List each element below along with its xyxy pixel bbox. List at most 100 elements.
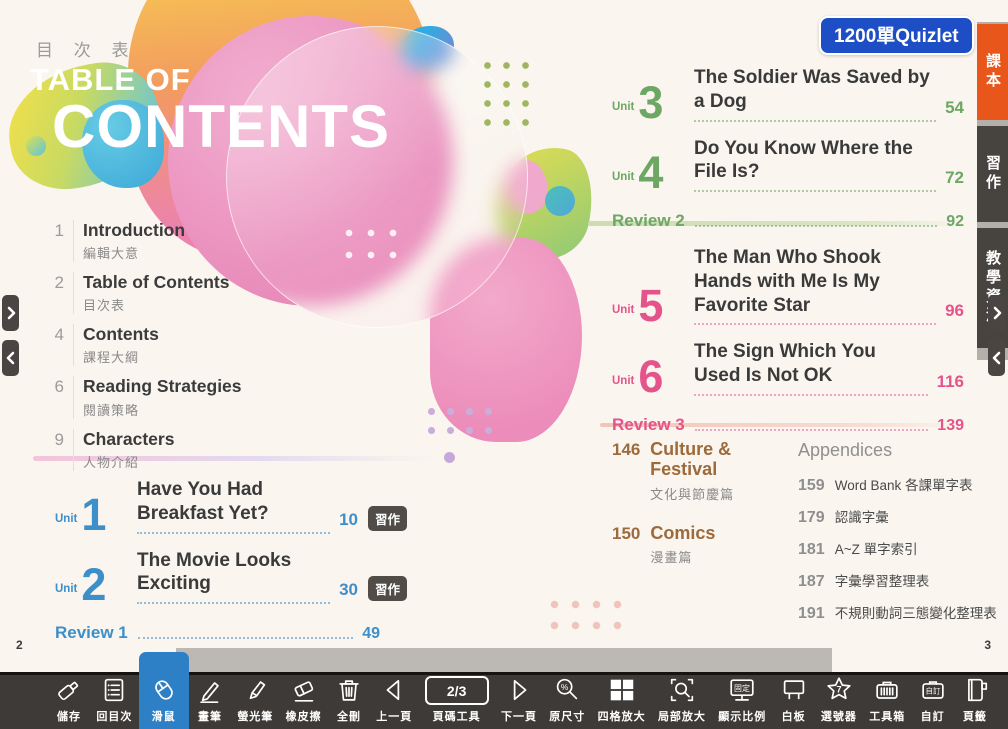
- unit-row[interactable]: Unit 1 Have You Had Breakfast Yet? 10 習作: [55, 478, 407, 534]
- decorative-blob: [430, 238, 582, 442]
- unit-page-number: 72: [945, 168, 964, 188]
- highlighter-tool-button[interactable]: 螢光筆: [231, 672, 279, 729]
- unit-row[interactable]: Unit 6 The Sign Which You Used Is Not OK…: [612, 340, 964, 396]
- previous-page-button[interactable]: 上一頁: [370, 672, 418, 729]
- decorative-dots-grid: [338, 222, 402, 266]
- item-title: Contents: [83, 324, 159, 344]
- delete-all-button[interactable]: 全刪: [328, 672, 370, 729]
- review-row[interactable]: Review 2 92: [612, 211, 964, 231]
- right-page-number: 3: [984, 638, 991, 652]
- mouse-tool-button[interactable]: 滑鼠: [139, 652, 189, 729]
- unit-row[interactable]: Unit 4 Do You Know Where the File Is? 72: [612, 137, 964, 193]
- unit-title: The Man Who Shook Hands with Me Is My Fa…: [694, 246, 936, 317]
- page-tab-icon: [960, 675, 990, 705]
- display-ratio-button[interactable]: 固定 顯示比例: [712, 672, 772, 729]
- front-matter-item[interactable]: 6 Reading Strategies 閱讀策略: [48, 376, 288, 418]
- special-section-item[interactable]: 150 Comics 漫畫篇: [612, 524, 802, 567]
- appendix-item[interactable]: 191 不規則動詞三態變化整理表: [798, 602, 1003, 623]
- chevron-right-icon: [992, 306, 1002, 320]
- pen-tool-button[interactable]: 畫筆: [189, 672, 231, 729]
- item-page-number: 187: [798, 573, 825, 591]
- four-grid-zoom-button[interactable]: 四格放大: [592, 672, 652, 729]
- item-title: Table of Contents: [83, 272, 229, 292]
- review-row[interactable]: Review 3 139: [612, 415, 964, 435]
- unit-row[interactable]: Unit 2 The Movie Looks Exciting 30 習作: [55, 549, 407, 605]
- toolbox-button[interactable]: 工具箱: [863, 672, 911, 729]
- tab-workbook[interactable]: 習作: [977, 126, 1008, 222]
- svg-text:自訂: 自訂: [925, 685, 940, 695]
- dotted-leader: [695, 225, 937, 227]
- workbook-badge[interactable]: 習作: [368, 506, 407, 531]
- front-matter-item[interactable]: 4 Contents 課程大綱: [48, 324, 288, 366]
- page-tabs-button[interactable]: 頁籤: [954, 672, 996, 729]
- appendix-item[interactable]: 159 Word Bank 各課單字表: [798, 474, 1003, 495]
- eraser-tool-button[interactable]: 橡皮擦: [280, 672, 328, 729]
- back-to-toc-button[interactable]: 回目次: [90, 672, 138, 729]
- save-icon: [54, 675, 84, 705]
- whiteboard-icon: [779, 675, 809, 705]
- page-title-en-main: CONTENTS: [52, 92, 390, 161]
- unit-number: 3: [638, 85, 663, 122]
- left-edge-prev-arrow[interactable]: [2, 340, 19, 376]
- unit-word: Unit: [55, 583, 77, 595]
- svg-text:7: 7: [836, 684, 841, 694]
- original-size-button[interactable]: % 原尺寸: [543, 672, 591, 729]
- unit-word: Unit: [612, 304, 634, 316]
- decorative-dots-grid: [422, 402, 500, 442]
- area-zoom-button[interactable]: 局部放大: [652, 672, 712, 729]
- unit-number: 1: [81, 497, 106, 534]
- whiteboard-button[interactable]: 白板: [773, 672, 815, 729]
- tab-textbook[interactable]: 課本: [977, 24, 1008, 120]
- custom-toolbox-button[interactable]: 自訂 自訂: [912, 672, 954, 729]
- decorative-dots-grid: [478, 56, 536, 134]
- front-matter-item[interactable]: 9 Characters 人物介紹: [48, 429, 288, 471]
- item-page-number: 179: [798, 509, 825, 527]
- review-label: Review 1: [55, 623, 128, 643]
- review-row[interactable]: Review 1 49: [55, 623, 380, 643]
- front-matter-item[interactable]: 2 Table of Contents 目次表: [48, 272, 288, 314]
- chevron-left-icon: [6, 351, 16, 365]
- item-page-number: 1: [48, 220, 64, 262]
- dotted-leader: [138, 637, 353, 639]
- unit-row[interactable]: Unit 5 The Man Who Shook Hands with Me I…: [612, 246, 964, 325]
- page-number-box[interactable]: 2/3: [425, 676, 489, 705]
- appendix-item[interactable]: 181 A~Z 單字索引: [798, 538, 1003, 559]
- units-list-green: Unit 3 The Soldier Was Saved by a Dog 54…: [612, 66, 964, 231]
- highlighter-icon: [240, 675, 270, 705]
- item-page-number: 9: [48, 429, 64, 471]
- item-title: Reading Strategies: [83, 376, 242, 396]
- special-section-item[interactable]: 146 Culture & Festival 文化與節慶篇: [612, 440, 802, 503]
- number-picker-button[interactable]: 7 選號器: [815, 672, 863, 729]
- unit-title: Have You Had Breakfast Yet?: [137, 478, 330, 526]
- unit-page-number: 10: [339, 510, 358, 530]
- item-page-number: 150: [612, 524, 640, 567]
- next-page-button[interactable]: 下一頁: [495, 672, 543, 729]
- appendices-title: Appendices: [798, 440, 1003, 461]
- decorative-blob: [545, 186, 575, 216]
- save-button[interactable]: 儲存: [48, 672, 90, 729]
- appendix-item[interactable]: 179 認識字彙: [798, 506, 1003, 527]
- item-page-number: 181: [798, 541, 825, 559]
- left-page-number: 2: [16, 638, 23, 652]
- left-edge-next-arrow[interactable]: [2, 295, 19, 331]
- right-edge-next-arrow[interactable]: [988, 295, 1005, 331]
- item-page-number: 4: [48, 324, 64, 366]
- unit-title: The Soldier Was Saved by a Dog: [694, 66, 936, 114]
- workbook-badge[interactable]: 習作: [368, 576, 407, 601]
- prev-page-icon: [380, 675, 408, 705]
- trash-icon: [334, 675, 364, 705]
- appendix-item[interactable]: 187 字彙學習整理表: [798, 570, 1003, 591]
- page-title-zh: 目 次 表: [36, 36, 136, 61]
- unit-word: Unit: [612, 171, 634, 183]
- quizlet-button[interactable]: 1200單Quizlet: [819, 16, 974, 55]
- page-number-tool[interactable]: 2/3 頁碼工具: [419, 673, 495, 729]
- right-edge-prev-arrow[interactable]: [988, 340, 1005, 376]
- front-matter-list: 1 Introduction 編輯大意 2 Table of Contents …: [48, 220, 288, 471]
- special-sections: 146 Culture & Festival 文化與節慶篇 150 Comics…: [612, 440, 802, 566]
- front-matter-item[interactable]: 1 Introduction 編輯大意: [48, 220, 288, 262]
- unit-row[interactable]: Unit 3 The Soldier Was Saved by a Dog 54: [612, 66, 964, 122]
- original-size-icon: %: [552, 675, 582, 705]
- review-page-number: 49: [362, 625, 380, 643]
- page-scroll-bar[interactable]: [176, 648, 832, 672]
- decorative-blob: [504, 160, 548, 214]
